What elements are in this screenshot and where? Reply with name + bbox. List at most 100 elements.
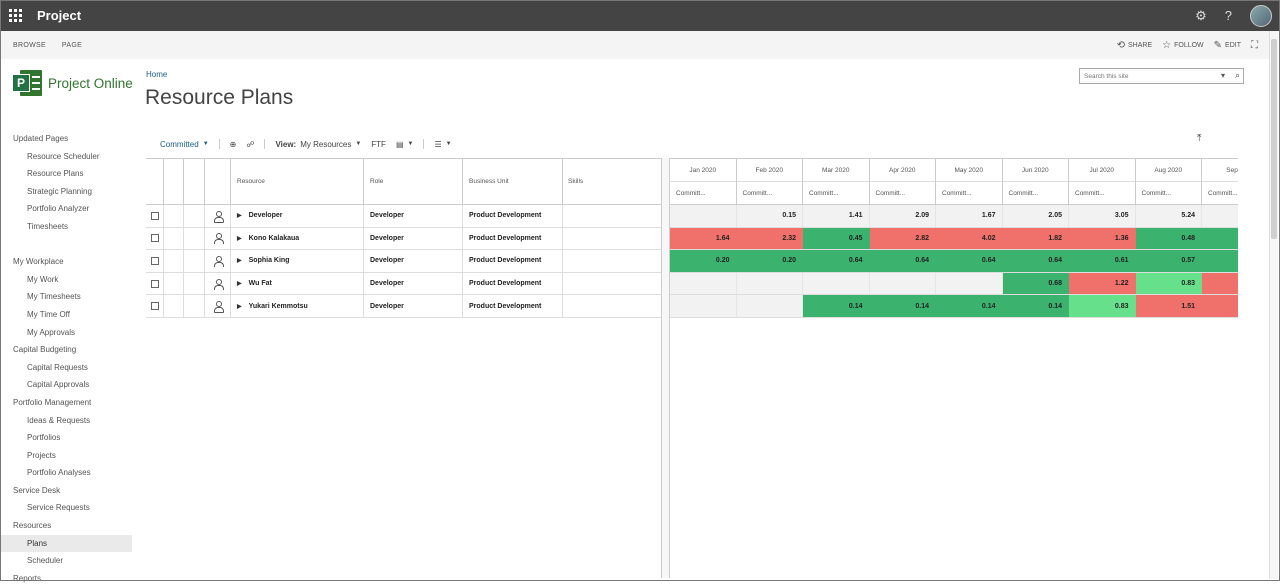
grid-splitter[interactable] bbox=[661, 158, 670, 578]
allocation-cell[interactable]: 0.68 bbox=[1002, 272, 1069, 295]
table-row[interactable]: ▶ Sophia King Developer Product Development bbox=[146, 250, 661, 273]
tab-page[interactable]: PAGE bbox=[62, 42, 82, 49]
allocation-cell[interactable] bbox=[736, 272, 803, 295]
ftf-button[interactable]: FTF bbox=[371, 140, 386, 149]
allocation-cell[interactable]: 0.64 bbox=[1002, 250, 1069, 272]
allocation-cell[interactable]: 0.20 bbox=[670, 250, 737, 272]
allocation-cell[interactable]: 0.14 bbox=[1002, 295, 1069, 317]
row-checkbox[interactable] bbox=[150, 279, 159, 288]
export-button[interactable]: ⤒ bbox=[1197, 133, 1227, 151]
allocation-cell[interactable]: 2.09 bbox=[869, 205, 936, 227]
committed-dropdown[interactable]: Committed ▼ bbox=[160, 140, 209, 149]
nav-item[interactable]: My Timesheets bbox=[0, 288, 132, 306]
month-column[interactable]: Mar 2020 Committ... bbox=[803, 159, 870, 204]
nav-item[interactable]: Projects bbox=[0, 447, 132, 465]
allocation-cell[interactable]: 2.82 bbox=[869, 227, 936, 250]
expand-icon[interactable]: ▶ bbox=[237, 212, 242, 219]
column-role[interactable]: Role bbox=[364, 159, 463, 204]
allocation-cell[interactable]: 1.36 bbox=[1069, 227, 1136, 250]
month-column[interactable]: Sep 2 Committ... bbox=[1202, 159, 1238, 204]
nav-item[interactable]: Plans bbox=[0, 534, 132, 553]
breadcrumb[interactable]: Home bbox=[146, 70, 167, 79]
allocation-cell[interactable] bbox=[1202, 205, 1238, 227]
allocation-cell[interactable]: 0.14 bbox=[936, 295, 1003, 317]
month-column[interactable]: Jun 2020 Committ... bbox=[1002, 159, 1069, 204]
allocation-cell[interactable]: 1.41 bbox=[803, 205, 870, 227]
nav-heading[interactable]: Resources bbox=[0, 517, 132, 535]
allocation-cell[interactable] bbox=[670, 205, 737, 227]
allocation-cell[interactable] bbox=[869, 272, 936, 295]
allocation-cell[interactable]: 0.15 bbox=[736, 205, 803, 227]
allocation-cell[interactable]: 5.24 bbox=[1135, 205, 1202, 227]
nav-item[interactable]: Portfolios bbox=[0, 429, 132, 447]
focus-button[interactable]: ⛶ bbox=[1251, 40, 1258, 51]
follow-button[interactable]: ☆ FOLLOW bbox=[1162, 40, 1204, 51]
nav-heading[interactable]: My Workplace bbox=[0, 253, 132, 271]
expand-icon[interactable]: ▶ bbox=[237, 280, 242, 287]
allocation-cell[interactable]: 1.51 bbox=[1135, 295, 1202, 317]
nav-heading[interactable]: Updated Pages bbox=[0, 130, 132, 148]
allocation-cell[interactable]: 3.05 bbox=[1069, 205, 1136, 227]
allocation-cell[interactable] bbox=[736, 295, 803, 317]
allocation-cell[interactable]: 2.05 bbox=[1002, 205, 1069, 227]
expand-icon[interactable]: ▶ bbox=[237, 303, 242, 310]
nav-item[interactable]: My Time Off bbox=[0, 306, 132, 324]
allocation-cell[interactable]: 1.67 bbox=[936, 205, 1003, 227]
nav-item[interactable]: Strategic Planning bbox=[0, 183, 132, 201]
nav-heading[interactable]: Capital Budgeting bbox=[0, 341, 132, 359]
column-skills[interactable]: Skills bbox=[563, 159, 661, 204]
allocation-cell[interactable] bbox=[1202, 250, 1238, 272]
scrollbar-thumb[interactable] bbox=[1271, 39, 1277, 239]
row-checkbox[interactable] bbox=[150, 234, 159, 243]
allocation-cell[interactable]: 0.20 bbox=[736, 250, 803, 272]
allocation-cell[interactable]: 0.57 bbox=[1135, 250, 1202, 272]
month-column[interactable]: Feb 2020 Committ... bbox=[736, 159, 803, 204]
timescale-dropdown[interactable]: ▤ ▼ bbox=[396, 140, 414, 149]
share-button[interactable]: ⟲ SHARE bbox=[1117, 40, 1153, 51]
allocation-cell[interactable]: 0.14 bbox=[869, 295, 936, 317]
allocation-cell[interactable] bbox=[936, 272, 1003, 295]
allocation-cell[interactable]: 0.61 bbox=[1069, 250, 1136, 272]
month-column[interactable]: May 2020 Committ... bbox=[936, 159, 1003, 204]
table-row[interactable]: ▶ Wu Fat Developer Product Development bbox=[146, 272, 661, 296]
search-box[interactable]: ▾ ⌕ bbox=[1079, 68, 1244, 84]
nav-item[interactable]: Scheduler bbox=[0, 552, 132, 570]
allocation-cell[interactable]: 0.83 bbox=[1135, 272, 1202, 295]
nav-item[interactable]: Resource Plans bbox=[0, 165, 132, 183]
nav-item[interactable]: My Approvals bbox=[0, 324, 132, 342]
allocation-cell[interactable]: 0.14 bbox=[803, 295, 870, 317]
allocation-cell[interactable] bbox=[1202, 227, 1238, 250]
nav-item[interactable]: Portfolio Analyzer bbox=[0, 200, 132, 218]
tab-browse[interactable]: BROWSE bbox=[13, 42, 46, 49]
allocation-cell[interactable]: 1.22 bbox=[1069, 272, 1136, 295]
row-checkbox[interactable] bbox=[150, 302, 159, 311]
allocation-cell[interactable] bbox=[670, 272, 737, 295]
allocation-cell[interactable] bbox=[803, 272, 870, 295]
nav-item[interactable]: Resource Scheduler bbox=[0, 148, 132, 166]
month-column[interactable]: Aug 2020 Committ... bbox=[1135, 159, 1202, 204]
month-column[interactable]: Jan 2020 Committ... bbox=[670, 159, 737, 204]
nav-item[interactable]: Capital Approvals bbox=[0, 376, 132, 394]
expand-icon[interactable]: ▶ bbox=[237, 257, 242, 264]
nav-item[interactable]: Capital Requests bbox=[0, 359, 132, 377]
row-checkbox[interactable] bbox=[150, 211, 159, 220]
group-dropdown[interactable]: ☰ ▼ bbox=[434, 140, 451, 149]
nav-heading[interactable]: Portfolio Management bbox=[0, 394, 132, 412]
allocation-cell[interactable]: 2.32 bbox=[736, 227, 803, 250]
share-resource-button[interactable]: ☍ bbox=[246, 140, 254, 149]
allocation-cell[interactable]: 0.64 bbox=[803, 250, 870, 272]
table-row[interactable]: ▶ Developer Developer Product Development bbox=[146, 205, 661, 228]
nav-heading[interactable]: Service Desk bbox=[0, 482, 132, 500]
project-online-logo[interactable]: P Project Online bbox=[12, 68, 133, 98]
table-row[interactable]: ▶ Kono Kalakaua Developer Product Developme… bbox=[146, 227, 661, 251]
add-resource-button[interactable]: ⊕ bbox=[230, 140, 237, 149]
expand-icon[interactable]: ▶ bbox=[237, 235, 242, 242]
search-input[interactable] bbox=[1084, 72, 1214, 80]
allocation-cell[interactable]: 0.83 bbox=[1069, 295, 1136, 317]
table-row[interactable]: ▶ Yukari Kemmotsu Developer Product Develop… bbox=[146, 295, 661, 318]
app-launcher-button[interactable] bbox=[0, 0, 31, 31]
column-resource[interactable]: Resource bbox=[231, 159, 364, 204]
allocation-cell[interactable]: 4.02 bbox=[936, 227, 1003, 250]
month-column[interactable]: Jul 2020 Committ... bbox=[1069, 159, 1136, 204]
edit-button[interactable]: ✎ EDIT bbox=[1214, 40, 1241, 51]
